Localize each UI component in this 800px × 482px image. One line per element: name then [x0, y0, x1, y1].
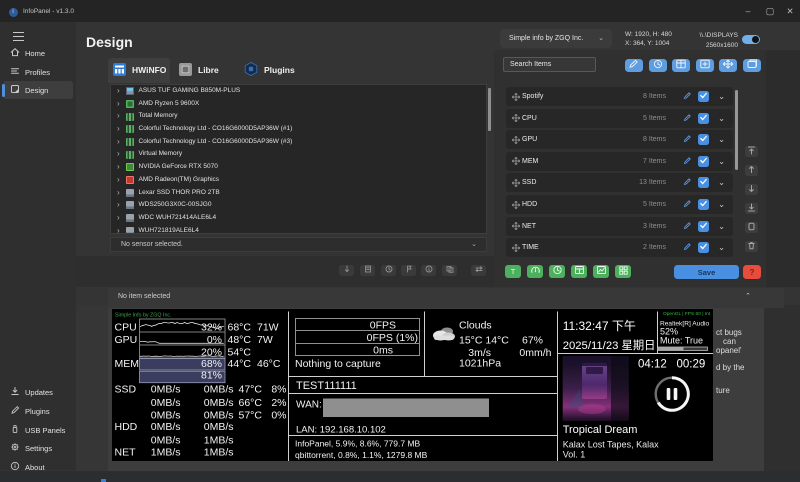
- svg-text:47°C: 47°C: [239, 384, 263, 396]
- svg-text:0MB/s: 0MB/s: [151, 421, 181, 433]
- svg-text:1MB/s: 1MB/s: [151, 446, 181, 458]
- svg-text:11:32:47 下午: 11:32:47 下午: [563, 319, 636, 333]
- svg-text:OpenGL | FPS 60 | Int: OpenGL | FPS 60 | Int: [663, 311, 711, 317]
- svg-text:2%: 2%: [271, 397, 286, 409]
- svg-text:Tropical Dream: Tropical Dream: [563, 424, 638, 436]
- svg-text:1021hPa: 1021hPa: [459, 358, 501, 370]
- svg-text:1MB/s: 1MB/s: [204, 446, 234, 458]
- svg-text:81%: 81%: [201, 370, 222, 382]
- svg-text:54°C: 54°C: [228, 346, 252, 358]
- svg-text:0%: 0%: [271, 409, 286, 421]
- svg-text:0MB/s: 0MB/s: [204, 409, 234, 421]
- svg-text:Kalax Lost Tapes, Kalax: Kalax Lost Tapes, Kalax: [563, 440, 659, 450]
- svg-text:71W: 71W: [257, 321, 279, 333]
- svg-text:qbittorrent, 0.8%, 1.1%, 1279.: qbittorrent, 0.8%, 1.1%, 1279.8 MB: [295, 450, 428, 460]
- svg-text:0MB/s: 0MB/s: [204, 421, 234, 433]
- svg-text:InfoPanel, 5.9%, 8.6%, 779.7 M: InfoPanel, 5.9%, 8.6%, 779.7 MB: [295, 439, 421, 449]
- svg-text:1MB/s: 1MB/s: [204, 434, 234, 446]
- svg-text:TEST111111: TEST111111: [296, 380, 357, 392]
- svg-text:WAN:: WAN:: [296, 400, 322, 411]
- svg-text:MEM: MEM: [115, 358, 140, 370]
- svg-text:0MB/s: 0MB/s: [204, 384, 234, 396]
- svg-text:Vol. 1: Vol. 1: [563, 450, 586, 460]
- svg-text:GPU: GPU: [115, 334, 138, 346]
- svg-text:0mm/h: 0mm/h: [519, 347, 551, 359]
- svg-text:NET: NET: [115, 446, 137, 458]
- svg-text:HDD: HDD: [115, 421, 138, 433]
- svg-text:0FPS: 0FPS: [370, 320, 396, 332]
- svg-text:Mute: True: Mute: True: [660, 335, 703, 345]
- svg-text:66°C: 66°C: [239, 397, 263, 409]
- svg-text:0MB/s: 0MB/s: [204, 397, 234, 409]
- svg-text:0MB/s: 0MB/s: [151, 384, 181, 396]
- svg-text:Simple Info by ZGQ Inc.: Simple Info by ZGQ Inc.: [115, 313, 172, 319]
- svg-text:SSD: SSD: [115, 384, 137, 396]
- svg-text:0MB/s: 0MB/s: [151, 409, 181, 421]
- svg-text:44°C: 44°C: [228, 358, 252, 370]
- svg-text:Clouds: Clouds: [459, 320, 492, 332]
- svg-text:48°C: 48°C: [228, 334, 252, 346]
- svg-text:46°C: 46°C: [257, 358, 281, 370]
- svg-text:0MB/s: 0MB/s: [151, 434, 181, 446]
- svg-text:CPU: CPU: [115, 321, 137, 333]
- svg-text:7W: 7W: [257, 334, 273, 346]
- svg-text:04:12: 04:12: [638, 359, 667, 371]
- svg-text:67%: 67%: [522, 335, 543, 347]
- svg-text:57°C: 57°C: [239, 409, 263, 421]
- svg-text:2025/11/23 星期日: 2025/11/23 星期日: [563, 339, 656, 352]
- svg-text:00:29: 00:29: [677, 359, 706, 371]
- svg-text:0ms: 0ms: [373, 345, 393, 357]
- svg-text:68°C: 68°C: [228, 321, 252, 333]
- svg-text:8%: 8%: [271, 384, 286, 396]
- svg-text:15°C 14°C: 15°C 14°C: [459, 335, 509, 347]
- svg-text:0FPS (1%): 0FPS (1%): [367, 332, 418, 344]
- svg-text:0%: 0%: [207, 334, 222, 346]
- svg-text:0MB/s: 0MB/s: [151, 397, 181, 409]
- svg-text:Nothing to capture: Nothing to capture: [295, 358, 381, 370]
- svg-text:32%: 32%: [201, 321, 222, 333]
- svg-text:20%: 20%: [201, 346, 222, 358]
- svg-text:LAN: 192.168.10.102: LAN: 192.168.10.102: [296, 425, 386, 436]
- svg-text:68%: 68%: [201, 358, 222, 370]
